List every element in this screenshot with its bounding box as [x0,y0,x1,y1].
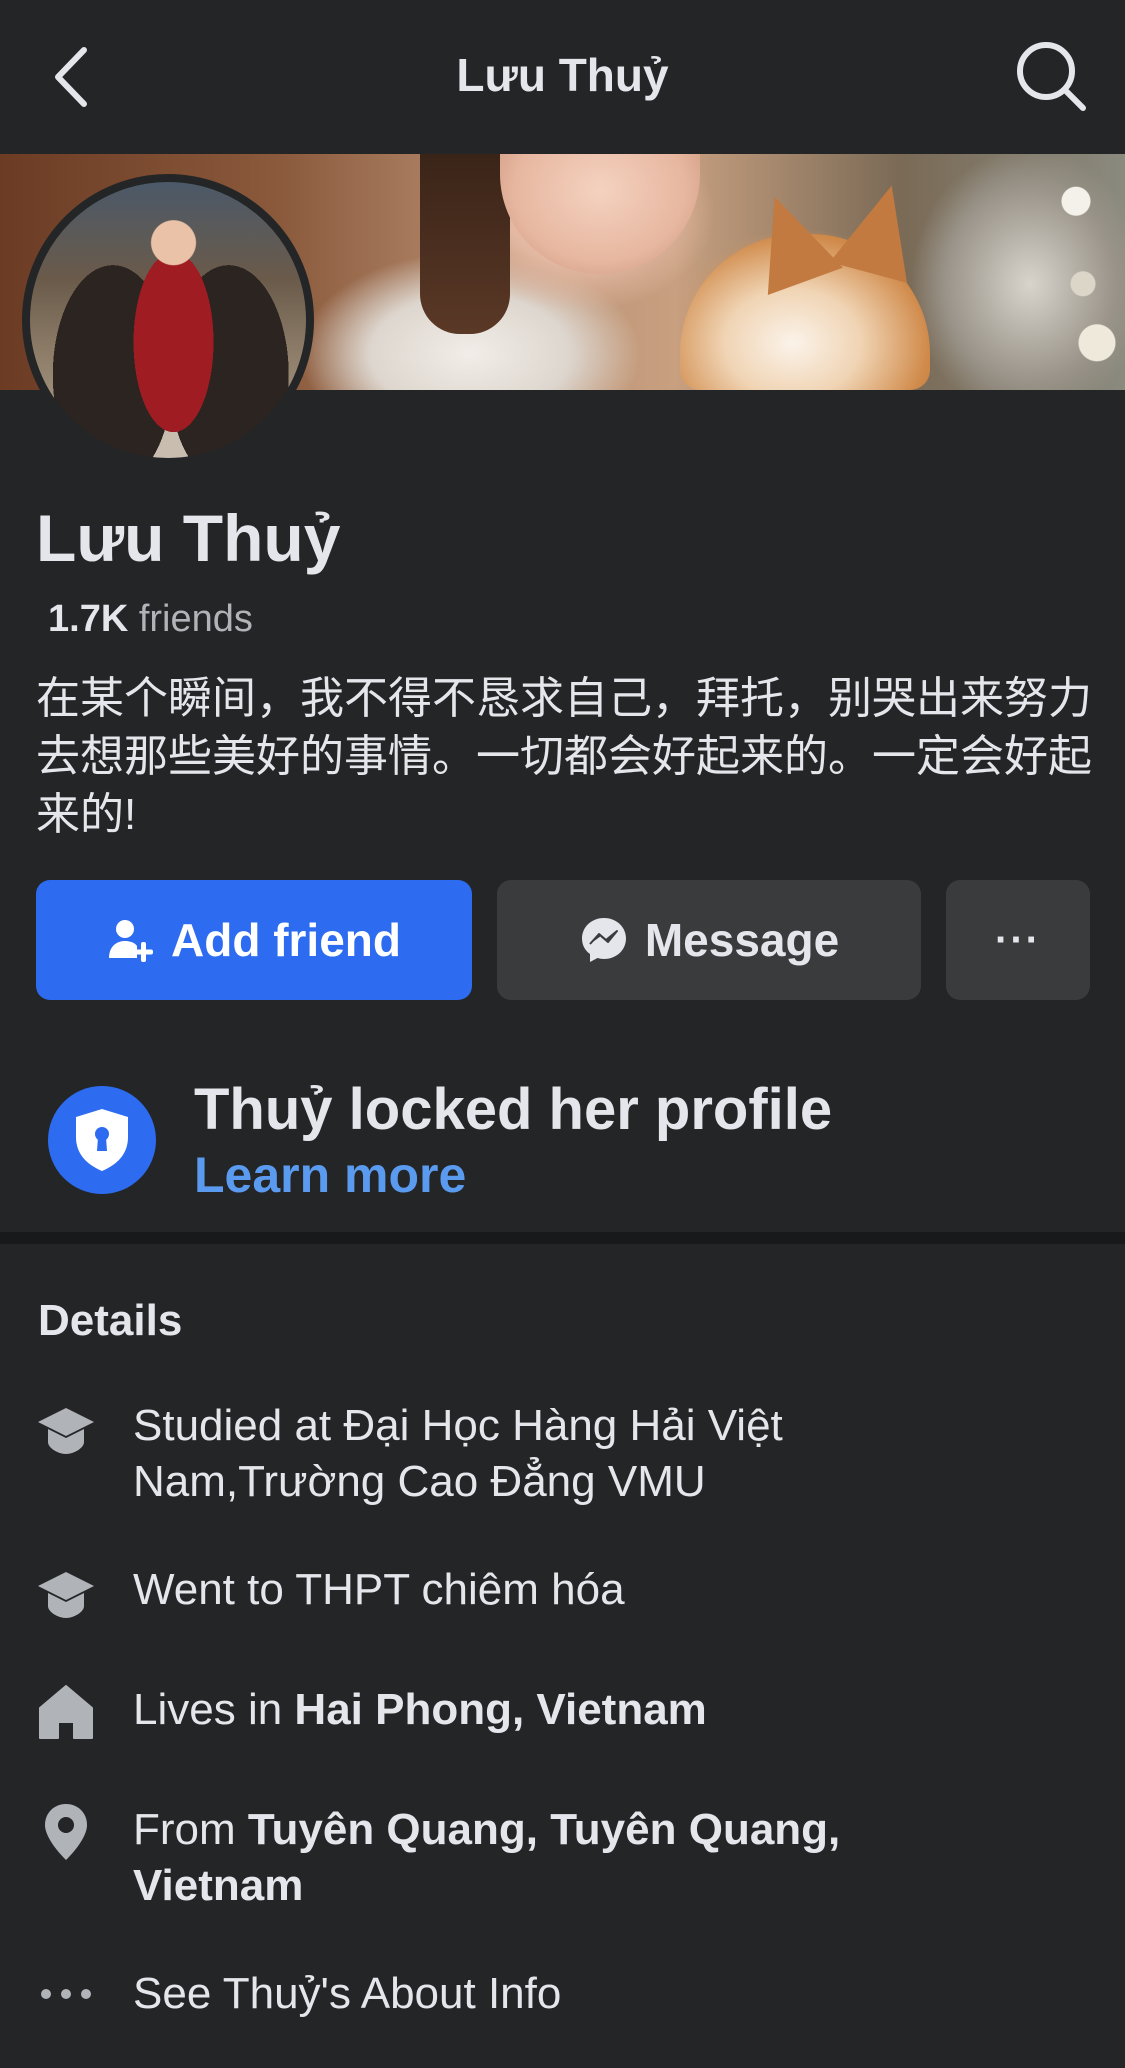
from-prefix: From [133,1805,248,1854]
detail-studied-text: Studied at Đại Học Hàng Hải Việt Nam,Trư… [133,1401,783,1506]
see-about-text: See Thuỷ's About Info [133,1969,562,2018]
learn-more-link[interactable]: Learn more [194,1146,466,1204]
shield-keyhole-icon [76,1109,128,1171]
messenger-icon [581,918,626,962]
page-title: Lưu Thuỷ [456,49,669,101]
lives-place: Hai Phong, Vietnam [294,1685,707,1734]
more-options-button[interactable]: ··· [946,880,1090,1000]
section-divider [0,1232,1125,1244]
lives-prefix: Lives in [133,1685,295,1734]
lock-shield-badge [48,1086,156,1194]
cover-photo-dog [680,175,931,390]
location-pin-icon [45,1804,87,1860]
search-icon [1017,42,1086,111]
add-friend-label: Add friend [171,914,401,966]
friends-count-line[interactable]: 1.7K friends [48,598,253,641]
friends-count: 1.7K [48,598,129,640]
add-friend-button[interactable]: Add friend [36,880,472,1000]
message-label: Message [644,914,840,966]
more-dots-icon: ··· [995,917,1041,962]
top-navigation-bar: Lưu Thuỷ [0,0,1125,154]
cover-photo-flowers [1055,154,1125,390]
home-icon [39,1685,93,1739]
add-person-icon [109,920,153,962]
friends-label: friends [138,598,253,640]
more-dots-icon [41,1989,91,1999]
locked-profile-title: Thuỷ locked her profile [194,1077,833,1142]
graduation-cap-icon [38,1572,94,1618]
graduation-cap-icon [38,1408,94,1454]
detail-from-text: From Tuyên Quang, Tuyên Quang, Vietnam [133,1802,993,1914]
message-button[interactable]: Message [497,880,921,1000]
profile-avatar[interactable] [22,174,314,466]
search-button[interactable] [1013,38,1089,114]
profile-bio: 在某个瞬间，我不得不恳求自己，拜托，别哭出来努力去想那些美好的事情。一切都会好起… [36,674,1092,839]
cover-photo-face [500,154,700,274]
detail-lives-text: Lives in Hai Phong, Vietnam [133,1682,1033,1738]
profile-name: Lưu Thuỷ [36,501,341,575]
details-heading: Details [38,1296,183,1345]
detail-went-to-text: Went to THPT chiêm hóa [133,1565,625,1614]
cover-photo-hair [420,154,510,334]
